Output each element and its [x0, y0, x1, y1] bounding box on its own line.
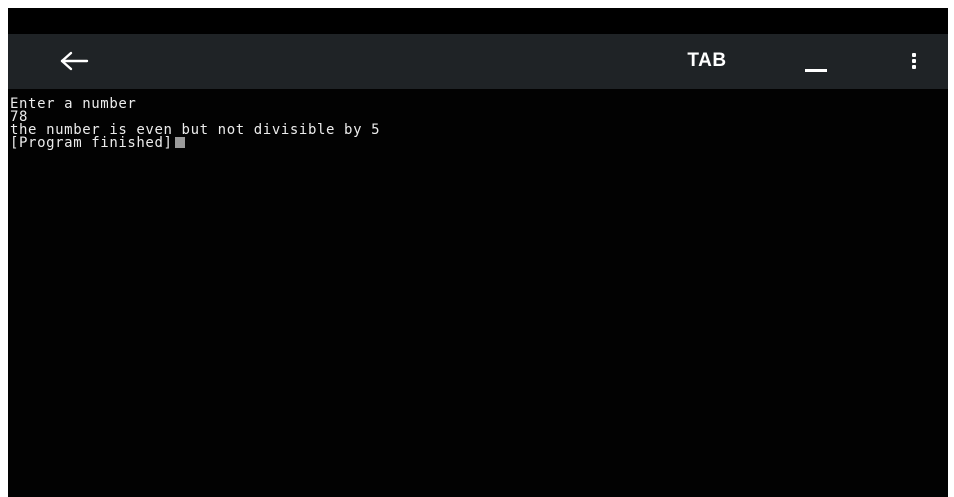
block-cursor-icon: [174, 137, 185, 148]
underscore-icon: [805, 69, 827, 72]
back-button[interactable]: [46, 43, 102, 79]
terminal-app-screen: TAB Enter a number 78 the number is even…: [8, 8, 948, 497]
more-options-button[interactable]: [896, 43, 932, 79]
top-toolbar: TAB: [8, 34, 948, 89]
arrow-left-icon: [60, 51, 89, 71]
vertical-dots-icon: [912, 53, 916, 57]
terminal-output[interactable]: Enter a number 78 the number is even but…: [8, 89, 948, 497]
vertical-dots-icon-dot: [912, 65, 916, 69]
terminal-line: Enter a number: [10, 96, 137, 112]
minimize-button[interactable]: [796, 44, 840, 80]
terminal-line: [Program finished]: [10, 135, 173, 151]
status-bar: [8, 8, 948, 34]
terminal-last-line: [Program finished]: [10, 136, 185, 150]
tab-button[interactable]: TAB: [670, 44, 744, 78]
vertical-dots-icon-dot: [912, 59, 916, 63]
